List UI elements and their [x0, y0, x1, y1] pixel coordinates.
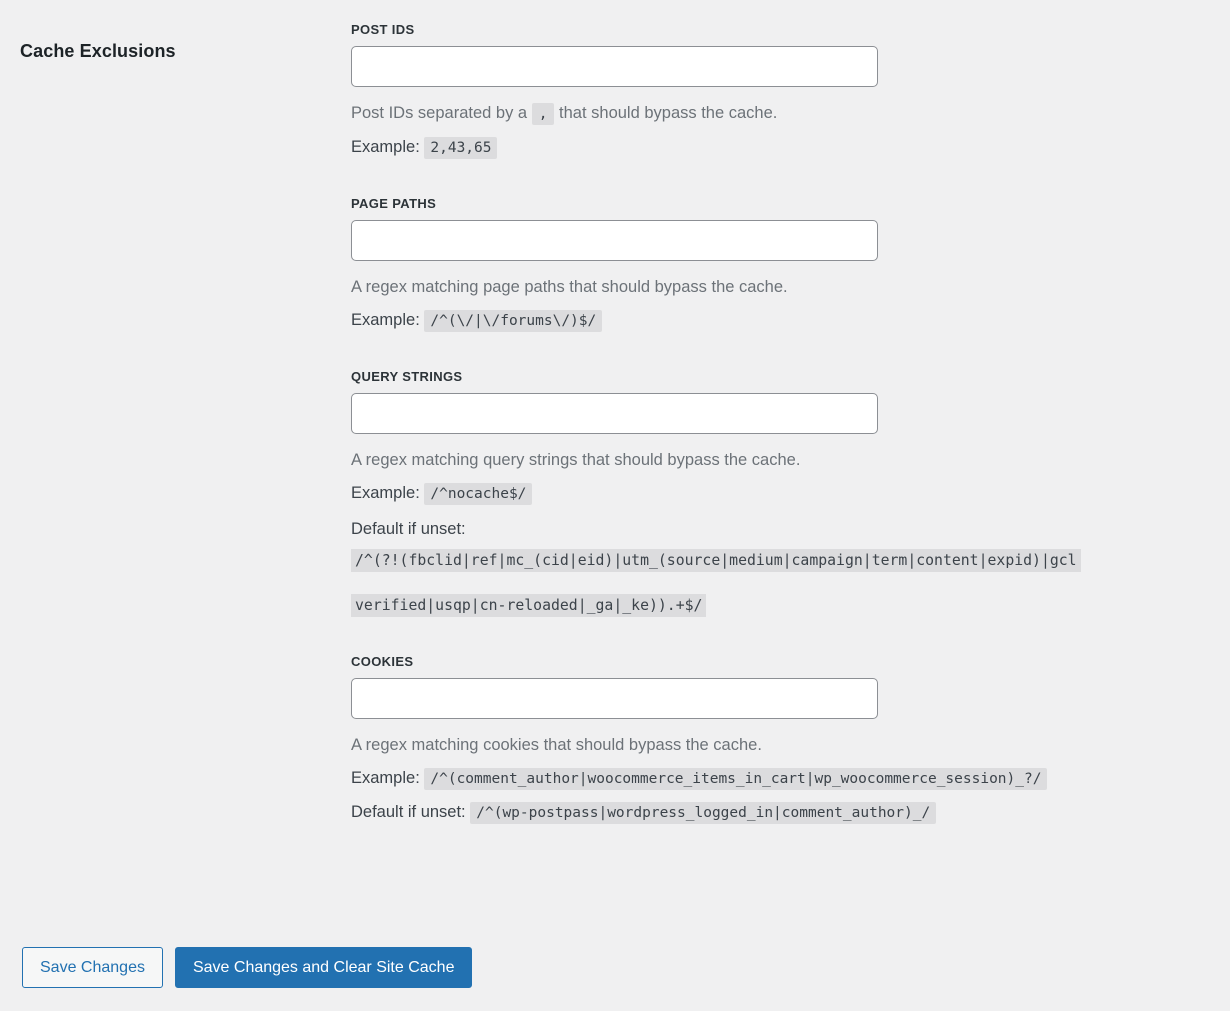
field-label-query-strings: QUERY STRINGS: [351, 369, 463, 384]
page-paths-input[interactable]: [351, 220, 878, 261]
post-ids-example: Example: 2,43,65: [351, 136, 1230, 160]
post-ids-separator-code: ,: [531, 103, 555, 125]
post-ids-help-prefix: Post IDs separated by a: [351, 104, 528, 122]
cookies-example-label: Example:: [351, 769, 420, 787]
field-label-cookies: COOKIES: [351, 654, 414, 669]
page-title: Cache Exclusions: [20, 40, 176, 61]
post-ids-help-suffix: that should bypass the cache.: [559, 104, 778, 122]
cache-exclusions-panel: Cache Exclusions POST IDS Post IDs separ…: [0, 0, 1230, 1011]
field-query-strings: QUERY STRINGS A regex matching query str…: [351, 369, 1230, 621]
field-page-paths: PAGE PATHS A regex matching page paths t…: [351, 196, 1230, 333]
query-strings-default-label: Default if unset:: [351, 520, 466, 538]
post-ids-input[interactable]: [351, 46, 878, 87]
post-ids-example-code: 2,43,65: [424, 137, 498, 159]
query-strings-example-label: Example:: [351, 484, 420, 502]
field-label-page-paths: PAGE PATHS: [351, 196, 437, 211]
cookies-input[interactable]: [351, 678, 878, 719]
query-strings-help: A regex matching query strings that shou…: [351, 451, 801, 469]
cookies-example-code: /^(comment_author|woocommerce_items_in_c…: [424, 768, 1048, 790]
post-ids-example-label: Example:: [351, 138, 420, 156]
page-paths-example-code: /^(\/|\/forums\/)$/: [424, 310, 603, 332]
query-strings-default-code-wrap-2: verified|usqp|cn-reloaded|_ga|_ke)).+$/: [351, 590, 1230, 621]
query-strings-default-code-line1: /^(?!(fbclid|ref|mc_(cid|eid)|utm_(sourc…: [351, 549, 1081, 572]
cookies-default-label: Default if unset:: [351, 803, 466, 821]
cookies-help: A regex matching cookies that should byp…: [351, 736, 762, 754]
query-strings-default-code-wrap: /^(?!(fbclid|ref|mc_(cid|eid)|utm_(sourc…: [351, 545, 1230, 576]
settings-fields: POST IDS Post IDs separated by a , that …: [351, 22, 1230, 825]
page-paths-help: A regex matching page paths that should …: [351, 278, 788, 296]
post-ids-help: Post IDs separated by a , that should by…: [351, 102, 1230, 126]
cookies-default: Default if unset: /^(wp-postpass|wordpre…: [351, 801, 1230, 825]
field-cookies: COOKIES A regex matching cookies that sh…: [351, 654, 1230, 825]
form-actions: Save Changes Save Changes and Clear Site…: [22, 947, 473, 988]
page-paths-example-label: Example:: [351, 311, 420, 329]
save-changes-button[interactable]: Save Changes: [22, 947, 163, 988]
cookies-example: Example: /^(comment_author|woocommerce_i…: [351, 767, 1230, 791]
query-strings-example: Example: /^nocache$/: [351, 482, 1230, 506]
cookies-default-code: /^(wp-postpass|wordpress_logged_in|comme…: [470, 802, 937, 824]
query-strings-default-code-line2: verified|usqp|cn-reloaded|_ga|_ke)).+$/: [351, 594, 707, 617]
field-post-ids: POST IDS Post IDs separated by a , that …: [351, 22, 1230, 160]
query-strings-input[interactable]: [351, 393, 878, 434]
field-label-post-ids: POST IDS: [351, 22, 415, 37]
save-changes-clear-cache-button[interactable]: Save Changes and Clear Site Cache: [174, 947, 473, 988]
page-paths-example: Example: /^(\/|\/forums\/)$/: [351, 309, 1230, 333]
query-strings-example-code: /^nocache$/: [424, 483, 533, 505]
